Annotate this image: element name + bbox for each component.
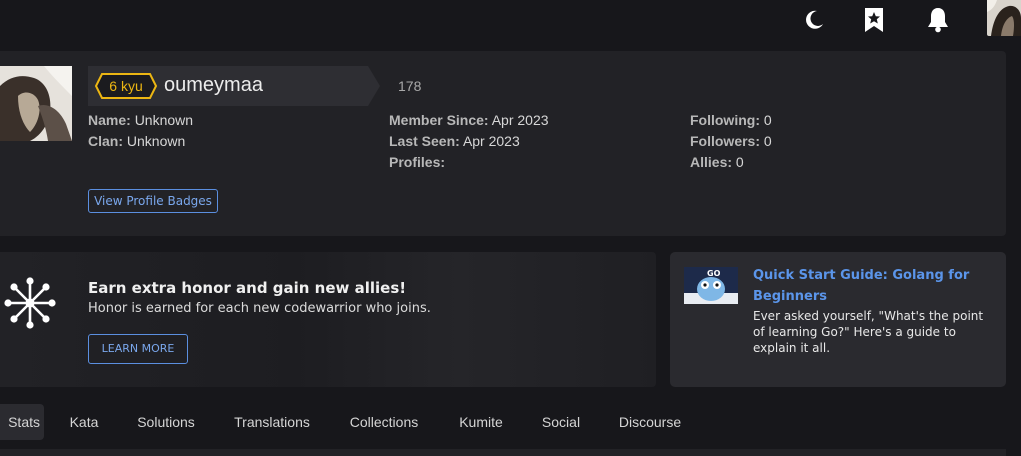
top-bar [0, 0, 1021, 44]
last-seen-row: Last Seen: Apr 2023 [389, 131, 549, 152]
tab-kumite[interactable]: Kumite [450, 404, 512, 440]
profile-info-col-2: Member Since: Apr 2023 Last Seen: Apr 20… [389, 110, 549, 173]
following-value[interactable]: 0 [764, 112, 772, 128]
last-seen-label: Last Seen: [389, 133, 460, 149]
tab-discourse[interactable]: Discourse [610, 404, 690, 440]
following-label: Following: [690, 112, 760, 128]
profile-info-col-3: Following: 0 Followers: 0 Allies: 0 [690, 110, 772, 173]
tab-solutions[interactable]: Solutions [130, 404, 202, 440]
profile-tabs: Stats Kata Solutions Translations Collec… [0, 404, 1021, 440]
guide-description: Ever asked yourself, "What's the point o… [753, 309, 984, 355]
promo-title: Earn extra honor and gain new allies! [88, 279, 407, 297]
guide-title-link[interactable]: Quick Start Guide: Golang for Beginners [753, 265, 993, 307]
clan-row: Clan: Unknown [88, 131, 193, 152]
member-since-label: Member Since: [389, 112, 489, 128]
tab-kata[interactable]: Kata [60, 404, 108, 440]
followers-value[interactable]: 0 [764, 133, 772, 149]
learn-more-button[interactable]: LEARN MORE [88, 334, 188, 364]
followers-label: Followers: [690, 133, 761, 149]
profile-info-col-1: Name: Unknown Clan: Unknown [88, 110, 193, 152]
member-since-row: Member Since: Apr 2023 [389, 110, 549, 131]
promo-subtitle: Honor is earned for each new codewarrior… [88, 301, 431, 316]
username: oumeymaa [164, 74, 263, 96]
rank-label: 6 kyu [109, 78, 143, 94]
user-avatar[interactable] [987, 0, 1021, 36]
last-seen-value: Apr 2023 [462, 133, 520, 149]
golang-gopher-thumbnail[interactable]: GO [684, 267, 738, 304]
name-row: Name: Unknown [88, 110, 193, 131]
thumb-go-text: GO [707, 269, 721, 278]
allies-row: Allies: 0 [690, 152, 772, 173]
view-profile-badges-button[interactable]: View Profile Badges [88, 189, 218, 213]
name-value: Unknown [134, 112, 194, 128]
network-nodes-icon [4, 276, 56, 330]
allies-label: Allies: [690, 154, 733, 170]
profiles-row: Profiles: [389, 152, 549, 173]
tab-stats[interactable]: Stats [0, 404, 44, 440]
referral-promo-card [0, 252, 656, 387]
allies-value[interactable]: 0 [736, 154, 744, 170]
bell-icon[interactable] [924, 6, 952, 34]
tab-collections[interactable]: Collections [342, 404, 426, 440]
tab-social[interactable]: Social [536, 404, 586, 440]
clan-value: Unknown [126, 133, 186, 149]
followers-row: Followers: 0 [690, 131, 772, 152]
tab-translations[interactable]: Translations [226, 404, 318, 440]
name-label: Name: [88, 112, 131, 128]
rank-badge: 6 kyu [94, 72, 158, 100]
member-since-value: Apr 2023 [491, 112, 549, 128]
following-row: Following: 0 [690, 110, 772, 131]
clan-label: Clan: [88, 133, 123, 149]
profiles-label: Profiles: [389, 154, 446, 170]
profile-avatar [0, 66, 72, 141]
bookmark-star-icon[interactable] [860, 6, 888, 34]
content-panel-top [0, 449, 1006, 456]
honor-count: 178 [398, 78, 422, 94]
moon-icon[interactable] [800, 6, 828, 34]
